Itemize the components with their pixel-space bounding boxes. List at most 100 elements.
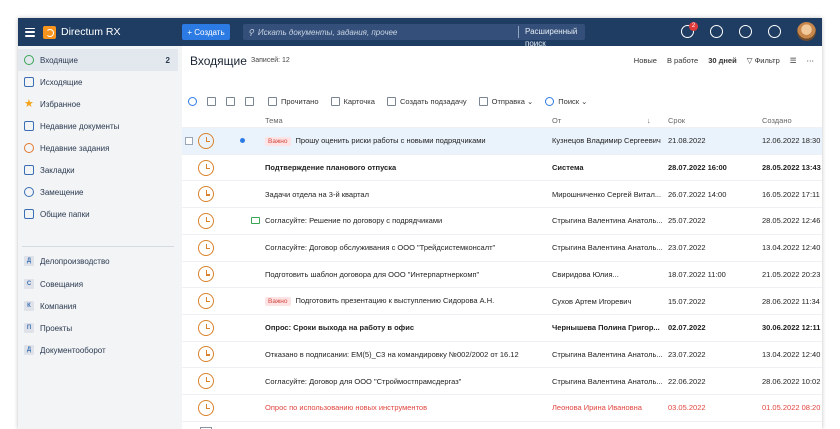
search-toolbar-button[interactable]: Поиск ⌄ [545,96,587,106]
sidebar-item-favorites[interactable]: ★ Избранное [18,93,178,115]
clock-icon [198,212,214,229]
table-row[interactable]: Задачи отдела на 3-й квартал Мирошниченко… [182,180,822,207]
sidebar-module-docflow[interactable]: Д Документооборот [18,339,178,361]
column-header-tema[interactable]: Тема [265,116,283,125]
important-badge: Важно [265,297,291,307]
row-subject: Опрос: Сроки выхода на работу в офис [265,323,548,332]
row-created: 16.05.2022 17:11 [762,189,820,199]
folder-icon [24,209,34,219]
menu-icon[interactable] [25,27,35,37]
row-created: 13.04.2022 12:40 [762,349,821,359]
row-deadline: 18.07.2022 11:00 [668,269,726,279]
records-count: Записей: 12 [251,57,290,64]
table-row[interactable]: Подтверждение планового отпуска Система 28… [182,153,822,181]
search-icon: ⚲ [248,27,254,37]
create-subtask-button[interactable]: Создать подзадачу [386,96,467,106]
globe-icon[interactable] [739,25,752,38]
row-subject: Важно Подготовить презентацию к выступлен… [265,296,548,307]
search-icon [545,96,555,106]
toolbar: Прочитано Карточка Создать подзадачу Отп… [182,92,822,110]
send-icon [478,96,488,106]
view-30-days[interactable]: 30 дней [708,56,737,65]
row-subject-text: Опрос по использованию новых инструменто… [265,403,428,413]
sidebar-item-label: Документооборот [40,345,106,355]
sidebar-item-label: Замещение [40,187,84,197]
clock-icon [198,346,214,363]
sidebar-item-label: Недавние задания [40,143,110,153]
row-checkbox[interactable] [185,136,193,145]
row-created: 28.05.2022 13:43 [762,163,821,173]
more-icon[interactable]: ⋯ [807,56,815,65]
view-in-work[interactable]: В работе [667,56,698,65]
table-row[interactable]: Согласуйте: Договор обслуживания с ООО "… [182,233,822,261]
column-header-ot[interactable]: От [552,116,561,125]
row-subject: Задачи отдела на 3-й квартал [265,190,548,199]
table-row[interactable]: Подготовить шаблон договора для ООО "Инт… [182,260,822,288]
notifications-icon[interactable]: 2 [681,22,698,38]
send-button[interactable]: Отправка ⌄ [478,96,533,106]
advanced-search-link[interactable]: Расширенный поиск [518,26,585,48]
avatar[interactable] [797,22,816,41]
table-row[interactable]: Важно Подготовить презентацию к выступлен… [182,287,822,314]
row-subject: Опрос по использованию новых инструменто… [265,403,548,412]
filter-button[interactable]: ▽ Фильтр [747,56,780,65]
sidebar-item-shared-folders[interactable]: Общие папки [18,203,178,225]
table-row[interactable]: Согласуйте: Договор для ООО "Строймостпр… [182,367,822,394]
read-button[interactable]: Прочитано [268,96,319,106]
sort-down-icon[interactable]: ↓ [647,116,651,125]
sidebar-item-label: Совещания [40,279,84,289]
sidebar-item-recent-docs[interactable]: Недавние документы [18,115,178,137]
table-row[interactable]: Согласуйте: Решение по договору с подряд… [182,207,822,234]
copy-icon[interactable] [207,96,216,106]
sidebar-module-records[interactable]: Д Делопроизводство [18,250,178,272]
refresh-icon[interactable] [188,96,197,106]
sidebar-module-meetings[interactable]: С Совещания [18,273,178,295]
sidebar-item-recent-tasks[interactable]: Недавние задания [18,137,178,159]
column-header-srok[interactable]: Срок [668,116,685,125]
sidebar-module-company[interactable]: К Компания [18,295,178,317]
row-deadline: 21.08.2022 [668,136,706,146]
sidebar-item-substitution[interactable]: Замещение [18,181,178,203]
row-deadline: 23.07.2022 [668,349,706,359]
row-created: 28.06.2022 10:02 [762,376,821,386]
create-button[interactable]: + Создать [182,24,230,40]
table-row[interactable]: Опрос по использованию новых инструменто… [182,394,822,421]
table-row[interactable]: Опрос: Сроки выхода на работу в офис Черн… [182,313,822,341]
row-sender: Чернышева Полина Григор... [552,323,660,333]
row-deadline: 26.07.2022 14:00 [668,189,727,199]
settings-icon[interactable]: ☰ [790,56,797,65]
row-subject: Согласуйте: Договор обслуживания с ООО "… [265,243,548,252]
sidebar-module-projects[interactable]: П Проекты [18,317,178,339]
row-subject-text: Прошу оценить риски работы с новыми подр… [295,135,486,145]
sidebar-divider [22,246,174,247]
view-new[interactable]: Новые [634,56,657,65]
card-button[interactable]: Карточка [330,96,375,106]
sidebar-item-outbox[interactable]: Исходящие [18,71,178,93]
table-row[interactable]: Важно Прошу оценить риски работы с новыми… [182,127,822,154]
row-created: 28.06.2022 11:34 [762,296,820,306]
row-subject-text: Подготовить шаблон договора для ООО "Инт… [265,269,480,279]
paste-icon[interactable] [226,96,235,106]
page-title: Входящие [190,54,247,68]
delete-icon[interactable] [245,96,254,106]
table-row[interactable]: Больничный с 03.03.2021 по 10.03.2021: С… [182,420,822,429]
sidebar-item-bookmarks[interactable]: Закладки [18,159,178,181]
sidebar-item-label: Компания [40,301,77,311]
sidebar-item-inbox[interactable]: Входящие 2 [18,49,178,71]
history-icon [24,143,34,153]
help-icon[interactable] [768,25,781,38]
row-subject-text: Отказано в подписании: ЕМ(5)_С3 на коман… [265,349,519,359]
sync-icon[interactable] [710,25,723,38]
clock-icon [198,293,214,310]
table-row[interactable]: Отказано в подписании: ЕМ(5)_С3 на коман… [182,340,822,368]
row-subject-text: Задачи отдела на 3-й квартал [265,189,369,199]
column-header-sozd[interactable]: Создано [762,116,792,125]
row-deadline: 02.07.2022 [668,323,706,333]
bookmark-icon [24,165,34,175]
subtask-label: Создать подзадачу [399,96,467,106]
search-input[interactable]: ⚲ Искать документы, задания, прочее Расш… [243,24,585,48]
clock-icon [24,55,34,65]
sidebar-item-label: Делопроизводство [40,256,110,266]
clock-icon [198,319,214,336]
row-created: 28.05.2022 12:46 [762,216,821,226]
